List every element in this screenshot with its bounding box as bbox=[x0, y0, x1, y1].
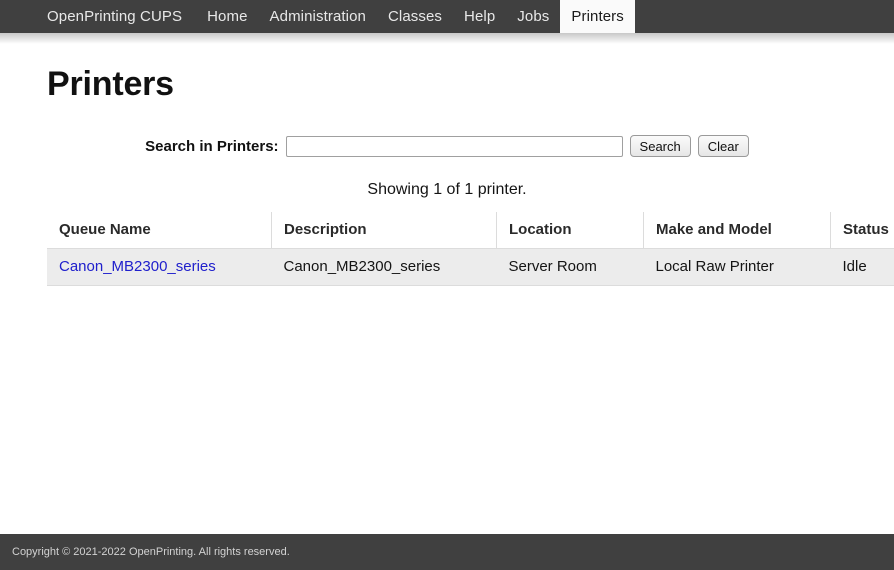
search-form: Search in Printers: Search Clear bbox=[47, 135, 847, 157]
cell-location: Server Room bbox=[497, 249, 644, 286]
table-header: Queue Name Description Location Make and… bbox=[47, 212, 894, 249]
cell-status: Idle bbox=[831, 249, 894, 286]
printer-link-canon-mb2300-series[interactable]: Canon_MB2300_series bbox=[59, 258, 216, 275]
nav-item-home[interactable]: Home bbox=[196, 0, 258, 33]
search-input[interactable] bbox=[286, 136, 623, 157]
footer-copyright: Copyright © 2021-2022 OpenPrinting. All … bbox=[12, 546, 290, 558]
column-header-location[interactable]: Location bbox=[497, 212, 644, 249]
nav-item-classes[interactable]: Classes bbox=[377, 0, 453, 33]
table-header-row: Queue Name Description Location Make and… bbox=[47, 212, 894, 249]
cell-description: Canon_MB2300_series bbox=[272, 249, 497, 286]
top-navigation-bar: OpenPrinting CUPS Home Administration Cl… bbox=[0, 0, 894, 33]
page-title: Printers bbox=[47, 33, 847, 104]
nav-item-administration[interactable]: Administration bbox=[259, 0, 377, 33]
nav-item-printers[interactable]: Printers bbox=[560, 0, 634, 33]
column-header-description[interactable]: Description bbox=[272, 212, 497, 249]
table-row: Canon_MB2300_series Canon_MB2300_series … bbox=[47, 249, 894, 286]
column-header-make-and-model[interactable]: Make and Model bbox=[644, 212, 831, 249]
column-header-queue-name[interactable]: Queue Name bbox=[47, 212, 272, 249]
nav-item-help[interactable]: Help bbox=[453, 0, 506, 33]
nav-brand-openprinting-cups[interactable]: OpenPrinting CUPS bbox=[47, 0, 196, 33]
search-label: Search in Printers: bbox=[145, 138, 278, 155]
clear-button[interactable]: Clear bbox=[698, 135, 749, 157]
page-footer: Copyright © 2021-2022 OpenPrinting. All … bbox=[0, 534, 894, 570]
search-button[interactable]: Search bbox=[630, 135, 691, 157]
cell-queue-name: Canon_MB2300_series bbox=[47, 249, 272, 286]
table-body: Canon_MB2300_series Canon_MB2300_series … bbox=[47, 249, 894, 286]
cell-make-and-model: Local Raw Printer bbox=[644, 249, 831, 286]
results-summary: Showing 1 of 1 printer. bbox=[47, 181, 847, 199]
column-header-status[interactable]: Status bbox=[831, 212, 894, 249]
nav-item-jobs[interactable]: Jobs bbox=[506, 0, 560, 33]
printers-table: Queue Name Description Location Make and… bbox=[47, 212, 894, 286]
main-content: Printers Search in Printers: Search Clea… bbox=[0, 33, 894, 286]
